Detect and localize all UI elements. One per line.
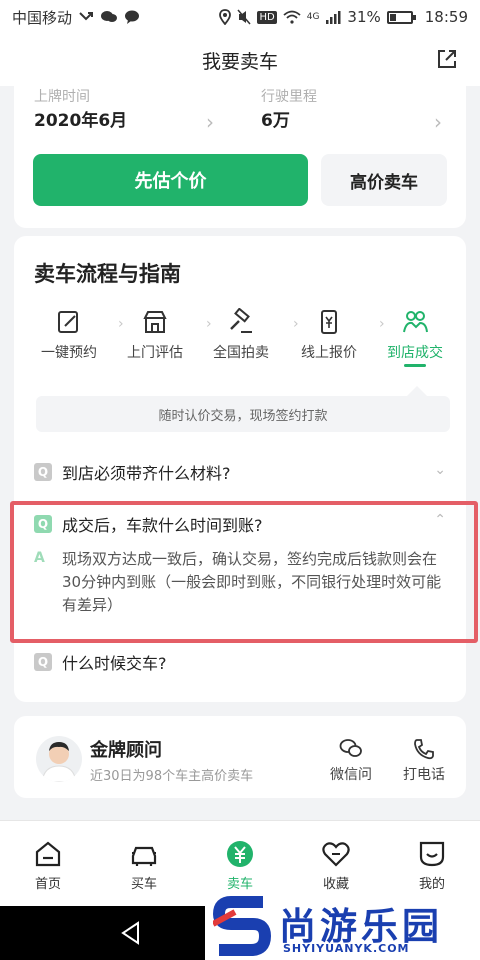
chevron-down-icon: ⌄ [434, 462, 446, 478]
tab-label: 收藏 [322, 877, 349, 892]
watermark-subtitle: SHYIYUANYK.COM [283, 942, 410, 955]
step-label: 全国拍卖 [213, 345, 269, 361]
phone-icon [414, 739, 434, 760]
wechat-icon [339, 739, 362, 757]
tab-profile[interactable]: 我的 [397, 839, 467, 892]
wechat-ask-button[interactable]: 微信问 [321, 738, 381, 784]
store-icon [143, 311, 167, 333]
battery-icon [386, 10, 416, 24]
question-badge: Q [34, 653, 52, 671]
watermark: 尚游乐园 SHYIYUANYK.COM [205, 892, 480, 960]
active-step-indicator [404, 364, 426, 367]
chevron-up-icon: ⌃ [434, 512, 446, 528]
status-bar: 中国移动 HD 4G 31% 18:59 [0, 0, 480, 34]
faq-question: 成交后，车款什么时间到账? [62, 516, 263, 535]
tab-buy-car[interactable]: 买车 [109, 839, 179, 892]
carrier-text: 中国移动 [12, 8, 73, 27]
message-notify-icon [125, 10, 140, 24]
share-icon[interactable] [436, 48, 458, 70]
action-label: 打电话 [403, 767, 445, 783]
call-button[interactable]: 打电话 [394, 738, 454, 784]
car-info-card: 上牌时间 2020年6月 › 行驶里程 6万 › 先估个价 高价卖车 [14, 80, 466, 228]
watermark-logo-icon [213, 896, 272, 956]
step-tip: 随时认价交易，现场签约打款 [36, 396, 450, 432]
faq-question: 什么时候交车? [62, 654, 167, 673]
mileage-value: 6万 [261, 111, 290, 131]
plate-time-value: 2020年6月 [34, 111, 128, 131]
estimate-button[interactable]: 先估个价 [33, 154, 308, 206]
guide-title: 卖车流程与指南 [34, 262, 181, 286]
hd-badge: HD [257, 10, 277, 24]
wifi-icon [283, 10, 301, 24]
tab-sell-car[interactable]: 卖车 [205, 839, 275, 892]
yen-icon [227, 841, 253, 867]
edit-icon [58, 311, 78, 333]
signal-icon [326, 11, 341, 24]
mileage-label: 行驶里程 [261, 89, 317, 102]
home-icon [35, 841, 61, 867]
faq-answer: A 现场双方达成一致后，确认交易，签约完成后钱款则会在30分钟内到账（一般会即时… [34, 548, 454, 617]
advisor-name: 金牌顾问 [90, 740, 162, 761]
tab-label: 卖车 [226, 877, 253, 892]
clock: 18:59 [424, 8, 468, 26]
navbar: 我要卖车 [0, 34, 480, 86]
network-type: 4G [306, 12, 320, 22]
step-label: 到店成交 [387, 345, 443, 361]
high-price-sell-button[interactable]: 高价卖车 [321, 154, 447, 206]
step-label: 上门评估 [127, 345, 183, 361]
step-inspection[interactable]: 上门评估 [110, 308, 200, 362]
gavel-icon [230, 308, 252, 333]
yen-phone-icon [321, 310, 337, 334]
chevron-right-icon: › [434, 110, 442, 134]
step-auction[interactable]: 全国拍卖 [196, 308, 286, 362]
advisor-card: 金牌顾问 近30日为98个车主高价卖车 微信问 打电话 [14, 716, 466, 798]
wechat-notify-icon [101, 11, 118, 22]
avatar [36, 736, 82, 782]
tab-label: 买车 [130, 877, 157, 892]
page-title: 我要卖车 [201, 50, 278, 73]
back-icon[interactable] [118, 920, 144, 946]
question-badge: Q [34, 515, 52, 533]
faq-answer-text: 现场双方达成一致后，确认交易，签约完成后钱款则会在30分钟内到账（一般会即时到账… [62, 550, 442, 614]
faq-question: 到店必须带齐什么材料? [62, 464, 231, 483]
mileage[interactable]: 行驶里程 6万 [261, 86, 317, 131]
tip-notch [407, 386, 427, 396]
tab-label: 我的 [418, 877, 445, 892]
handshake-icon [403, 311, 428, 333]
answer-badge: A [34, 550, 45, 566]
heart-icon [322, 842, 350, 867]
mute-icon [237, 9, 252, 25]
car-icon [131, 846, 157, 866]
location-icon [219, 9, 232, 25]
plate-time[interactable]: 上牌时间 2020年6月 [34, 86, 127, 131]
tab-favorites[interactable]: 收藏 [301, 839, 371, 892]
step-label: 线上报价 [301, 345, 357, 361]
profile-icon [419, 841, 445, 867]
tab-label: 首页 [34, 877, 61, 892]
advisor-subtitle: 近30日为98个车主高价卖车 [90, 769, 254, 784]
action-label: 微信问 [330, 767, 372, 783]
chevron-right-icon: › [206, 110, 214, 134]
question-badge: Q [34, 463, 52, 481]
tab-home[interactable]: 首页 [13, 839, 83, 892]
step-online-quote[interactable]: 线上报价 [284, 308, 374, 362]
plate-time-label: 上牌时间 [34, 89, 90, 102]
missed-call-icon [79, 12, 94, 21]
step-in-store-deal[interactable]: 到店成交 [370, 308, 460, 362]
step-appointment[interactable]: 一键预约 [24, 308, 114, 362]
process-steps: 一键预约 › 上门评估 › 全国拍卖 › 线上报价 › 到店成交 [14, 308, 466, 368]
battery-percent: 31% [347, 8, 381, 26]
step-label: 一键预约 [41, 345, 97, 361]
guide-card: 卖车流程与指南 一键预约 › 上门评估 › 全国拍卖 › 线上报价 › 到店成交… [14, 236, 466, 702]
